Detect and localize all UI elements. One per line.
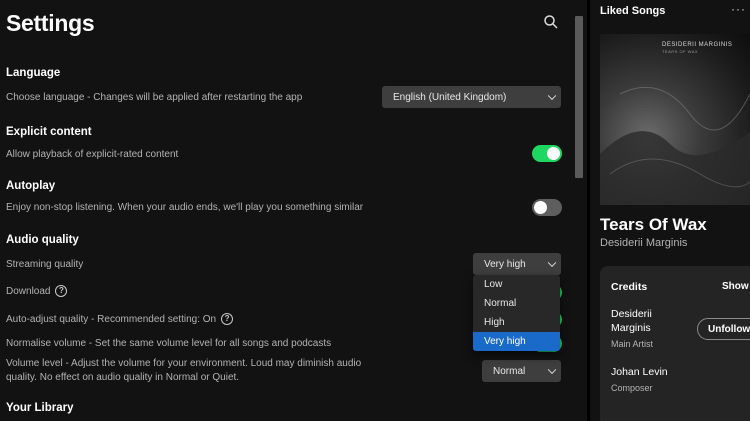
library-heading: Your Library [6, 402, 74, 414]
search-icon[interactable] [543, 14, 559, 30]
autoplay-toggle[interactable] [532, 199, 562, 216]
panel-title: Liked Songs [600, 5, 666, 17]
normalise-label: Normalise volume - Set the same volume l… [6, 338, 332, 349]
autoplay-heading: Autoplay [6, 180, 56, 192]
explicit-description: Allow playback of explicit-rated content [6, 149, 179, 160]
credit-name[interactable]: Desiderii Marginis [611, 307, 681, 335]
autoplay-description: Enjoy non-stop listening. When your audi… [6, 202, 364, 213]
cover-subtext: TEARS OF WAX [662, 49, 699, 54]
chevron-down-icon [547, 91, 557, 101]
streaming-quality-value: Very high [484, 258, 526, 270]
dropdown-option-very-high[interactable]: Very high [473, 332, 560, 351]
toggle-knob [547, 147, 560, 160]
unfollow-button[interactable]: Unfollow [697, 318, 750, 340]
auto-adjust-label: Auto-adjust quality - Recommended settin… [6, 314, 217, 325]
language-select-value: English (United Kingdom) [393, 91, 507, 103]
volume-level-select[interactable]: Normal [482, 360, 561, 382]
download-row: Download? [6, 285, 68, 299]
explicit-toggle[interactable] [532, 145, 562, 162]
chevron-down-icon [547, 258, 557, 268]
now-playing-panel: Liked Songs ··· DESIDERII MARGINIS TEARS… [590, 0, 750, 421]
streaming-quality-dropdown: Low Normal High Very high [473, 275, 560, 351]
credit-role: Composer [611, 383, 653, 393]
language-heading: Language [6, 67, 61, 79]
auto-adjust-row: Auto-adjust quality - Recommended settin… [6, 313, 234, 327]
help-icon[interactable]: ? [55, 285, 68, 298]
credits-title: Credits [611, 281, 648, 293]
show-all-link[interactable]: Show [722, 281, 749, 292]
explicit-heading: Explicit content [6, 126, 92, 138]
chevron-down-icon [547, 365, 557, 375]
dropdown-option-high[interactable]: High [473, 313, 560, 332]
toggle-knob [534, 201, 547, 214]
page-title: Settings [6, 10, 95, 36]
dropdown-option-low[interactable]: Low [473, 275, 560, 294]
credits-card: Credits Show Desiderii Marginis Main Art… [600, 266, 750, 421]
help-icon[interactable]: ? [221, 313, 234, 326]
scrollbar[interactable] [575, 16, 583, 178]
volume-level-value: Normal [493, 365, 526, 377]
streaming-quality-label: Streaming quality [6, 259, 84, 270]
cover-text: DESIDERII MARGINIS [662, 42, 733, 48]
streaming-quality-select[interactable]: Very high [473, 253, 561, 275]
credit-name[interactable]: Johan Levin [611, 365, 668, 379]
language-description: Choose language - Changes will be applie… [6, 92, 303, 103]
cover-art [600, 86, 750, 205]
dropdown-option-normal[interactable]: Normal [473, 294, 560, 313]
artist-name[interactable]: Desiderii Marginis [600, 237, 687, 249]
credit-role: Main Artist [611, 339, 654, 349]
language-select[interactable]: English (United Kingdom) [382, 86, 561, 108]
song-title[interactable]: Tears Of Wax [600, 215, 707, 235]
volume-level-label: Volume level - Adjust the volume for you… [6, 358, 362, 383]
more-options-icon[interactable]: ··· [731, 2, 746, 16]
download-label: Download [6, 286, 51, 297]
album-cover: DESIDERII MARGINIS TEARS OF WAX [600, 34, 750, 205]
settings-panel: Settings Language Choose language - Chan… [0, 0, 587, 421]
audio-quality-heading: Audio quality [6, 234, 79, 246]
